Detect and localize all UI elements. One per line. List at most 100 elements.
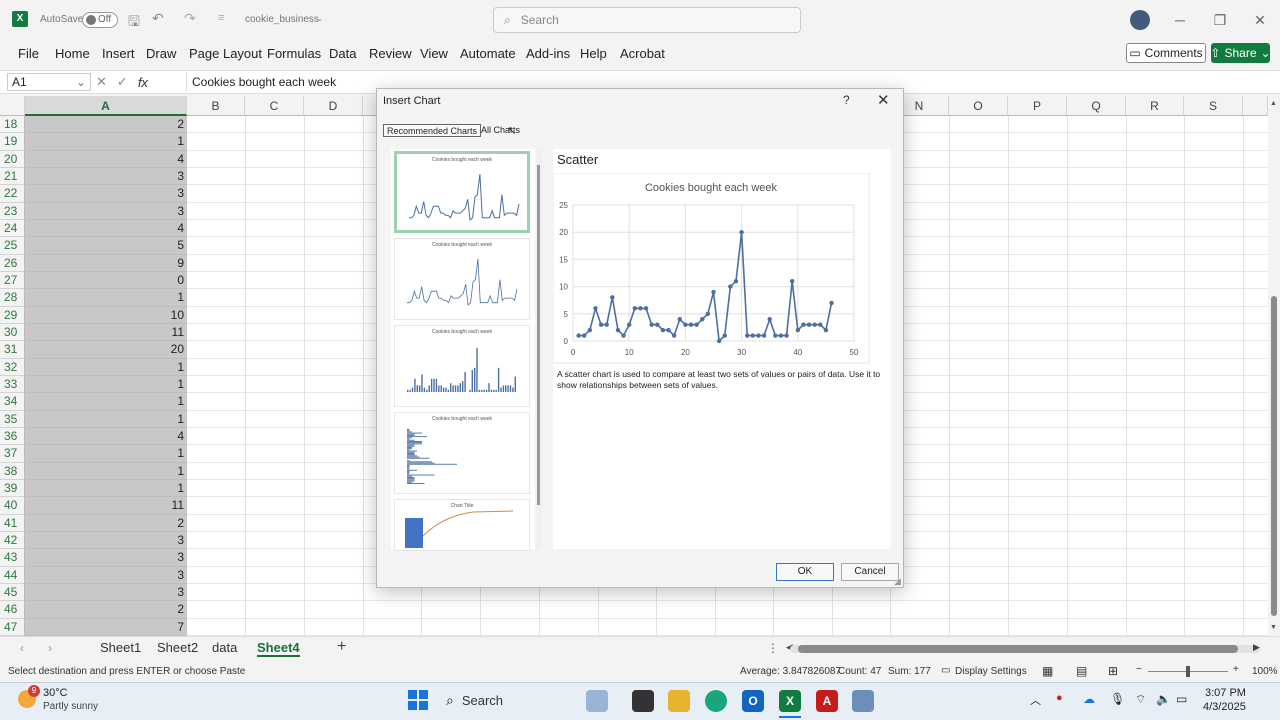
acrobat-icon[interactable]: A [816, 690, 838, 712]
autosave-toggle[interactable]: Off [82, 12, 118, 28]
scroll-down-icon[interactable]: ▼ [1270, 624, 1277, 631]
comments-button[interactable]: ▭ Comments [1126, 43, 1206, 63]
insert-function-icon[interactable]: fx [138, 75, 148, 90]
row-header[interactable]: 22 [0, 185, 25, 203]
status-average[interactable]: Average: 3.847826087 [740, 666, 841, 677]
row-header[interactable]: 23 [0, 202, 25, 220]
status-sum[interactable]: Sum: 177 [888, 666, 931, 677]
row-header[interactable]: 35 [0, 410, 25, 428]
scroll-up-icon[interactable]: ▲ [1270, 100, 1277, 107]
close-icon[interactable]: ✕ [1248, 8, 1272, 32]
zoom-level[interactable]: 100% [1252, 666, 1278, 677]
row-header[interactable]: 29 [0, 306, 25, 324]
edge-browser-icon[interactable] [705, 690, 727, 712]
row-header[interactable]: 36 [0, 427, 25, 446]
undo-icon[interactable]: ↶ [152, 10, 164, 27]
cell-a[interactable]: 1 [25, 410, 187, 428]
scrollbar-thumb[interactable] [537, 165, 540, 505]
row-header[interactable]: 25 [0, 237, 25, 255]
row-header[interactable]: 26 [0, 254, 25, 272]
sheet-tab-active[interactable]: Sheet4 [257, 640, 300, 657]
scrollbar-thumb[interactable] [798, 645, 1238, 653]
menu-item[interactable]: Page Layout [189, 46, 262, 61]
select-all-corner[interactable] [0, 96, 25, 116]
cell-a[interactable]: 3 [25, 566, 187, 584]
row-header[interactable]: 41 [0, 514, 25, 532]
taskbar-search[interactable]: ⌕ Search [440, 688, 570, 712]
row-header[interactable]: 46 [0, 601, 25, 619]
menu-item[interactable]: File [18, 46, 39, 61]
cell-a[interactable]: 9 [25, 254, 187, 272]
row-header[interactable]: 45 [0, 583, 25, 602]
row-header[interactable]: 24 [0, 219, 25, 238]
column-header[interactable]: A [25, 96, 187, 116]
castle-widget-icon[interactable] [586, 690, 608, 712]
row-header[interactable]: 30 [0, 323, 25, 342]
wifi-icon[interactable]: ⌔ [1135, 692, 1146, 707]
task-view-icon[interactable] [632, 690, 654, 712]
close-dialog-button[interactable]: ✕ [877, 91, 890, 109]
cell-a[interactable]: 3 [25, 202, 187, 220]
cell-a[interactable]: 1 [25, 462, 187, 480]
menu-item[interactable]: Home [55, 46, 90, 61]
menu-item[interactable]: Insert [102, 46, 135, 61]
minimize-icon[interactable]: ─ [1168, 8, 1192, 32]
cell-a[interactable]: 2 [25, 601, 187, 619]
cell-a[interactable]: 1 [25, 375, 187, 394]
file-explorer-icon[interactable] [668, 690, 690, 712]
zoom-in-icon[interactable]: + [1233, 664, 1239, 675]
add-sheet-button[interactable]: + [337, 638, 346, 656]
maximize-icon[interactable]: ❐ [1208, 8, 1232, 32]
cell-a[interactable]: 2 [25, 116, 187, 134]
column-header[interactable]: P [1008, 96, 1067, 116]
thumb-pareto[interactable]: Chart Title [394, 499, 530, 551]
battery-icon[interactable]: ▭ [1176, 692, 1187, 706]
row-header[interactable]: 47 [0, 618, 25, 636]
row-header[interactable]: 33 [0, 375, 25, 394]
zoom-slider-thumb[interactable] [1186, 666, 1190, 677]
cell-a[interactable]: 1 [25, 445, 187, 463]
row-header[interactable]: 43 [0, 549, 25, 567]
thumb-line[interactable]: Cookies bought each week [394, 238, 530, 320]
cell-a[interactable]: 3 [25, 583, 187, 602]
horizontal-scrollbar[interactable] [790, 645, 1260, 653]
row-header[interactable]: 20 [0, 150, 25, 168]
tray-overflow-icon[interactable]: ︿ [1030, 692, 1041, 708]
tab-recommended-charts[interactable]: Recommended Charts [383, 124, 482, 137]
ok-button[interactable]: OK [776, 563, 834, 581]
cell-a[interactable]: 1 [25, 479, 187, 498]
normal-view-icon[interactable]: ▦ [1042, 664, 1053, 678]
clock-date[interactable]: 4/3/2025 [1203, 701, 1246, 713]
cell-a[interactable]: 11 [25, 497, 187, 515]
menu-item[interactable]: Help [580, 46, 607, 61]
row-header[interactable]: 38 [0, 462, 25, 480]
clock-time[interactable]: 3:07 PM [1205, 687, 1246, 699]
menu-item[interactable]: Data [329, 46, 356, 61]
more-options-icon[interactable]: ⋮ [767, 641, 779, 655]
share-button[interactable]: ⇧ Share ⌄ [1210, 43, 1271, 63]
column-header[interactable]: D [304, 96, 363, 116]
row-header[interactable]: 27 [0, 271, 25, 290]
start-button-icon[interactable] [408, 690, 428, 710]
scroll-right-icon[interactable]: ▶ [1253, 642, 1260, 653]
column-header[interactable]: O [949, 96, 1008, 116]
cell-a[interactable]: 7 [25, 618, 187, 636]
zoom-out-icon[interactable]: − [1136, 664, 1142, 675]
cell-a[interactable]: 1 [25, 358, 187, 376]
row-header[interactable]: 31 [0, 341, 25, 359]
avatar[interactable] [1130, 10, 1150, 30]
cell-a[interactable]: 4 [25, 150, 187, 168]
resize-grip-icon[interactable]: ◢ [894, 576, 901, 587]
menu-item[interactable]: View [420, 46, 448, 61]
column-header[interactable]: B [187, 96, 245, 116]
cell-a[interactable]: 11 [25, 323, 187, 342]
menu-item[interactable]: Acrobat [620, 46, 665, 61]
page-layout-view-icon[interactable]: ▤ [1076, 664, 1087, 678]
cell-a[interactable]: 1 [25, 393, 187, 411]
row-header[interactable]: 32 [0, 358, 25, 376]
thumb-bar[interactable]: Cookies bought each week [394, 412, 530, 494]
cell-a[interactable]: 5 [25, 237, 187, 255]
cancel-button[interactable]: Cancel [841, 563, 899, 581]
save-icon[interactable]: 🖫 [128, 11, 140, 35]
scrollbar-thumb[interactable] [1271, 296, 1277, 616]
